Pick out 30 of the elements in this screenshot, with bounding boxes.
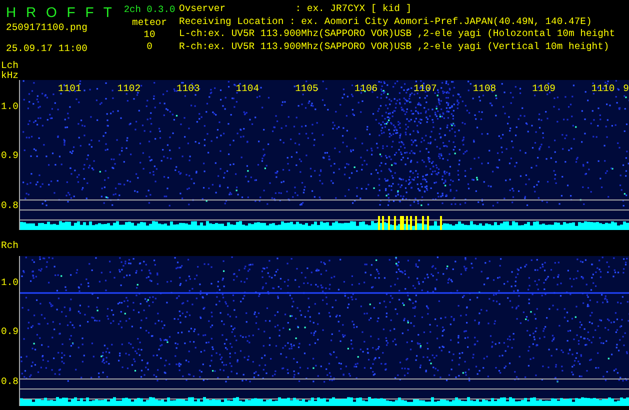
channel-label: Rch — [0, 240, 20, 251]
axis-label: 0.9 — [1, 149, 18, 162]
unit-label: kHz — [0, 71, 20, 81]
info-line: Ovserver : ex. JR7CYX [ kid ] — [179, 3, 413, 16]
frequency-label: 1105 — [295, 82, 318, 95]
app-title: H R O F F T — [6, 3, 113, 21]
axis-label: 0.8 — [1, 198, 18, 212]
frequency-label: 1108 — [472, 82, 496, 95]
version-label: 2ch 0.3.0 — [124, 3, 176, 16]
frequency-label: 1103 — [176, 82, 200, 95]
counter-label: meteor — [132, 16, 167, 29]
frequency-label: 1102 — [117, 82, 141, 95]
info-line: L-ch:ex. UV5R 113.900Mhz(SAPPORO VOR)USB ,2-ele yagi (Holozontal 10m height — [179, 28, 616, 40]
axis-label: 0.8 — [1, 374, 18, 388]
meteor-count: 0 — [146, 41, 152, 53]
date-time: 25.09.17 11:00 — [6, 42, 88, 55]
axis-label: 1.0 — [1, 100, 18, 112]
frequency-label: 1109 — [532, 82, 556, 95]
frequency-label: 1110 — [591, 82, 615, 95]
frequency-label: 9 — [623, 82, 629, 95]
axis-label: 0.9 — [1, 325, 18, 338]
frequency-label: 1106 — [354, 82, 378, 95]
meteor-count: 10 — [144, 29, 156, 41]
file-name: 2509171100.png — [6, 21, 88, 34]
axis-label: 1.0 — [1, 276, 18, 288]
info-line: R-ch:ex. UV5R 113.900Mhz(SAPPORO VOR)USB ,2-ele yagi (Vertical 10m height) — [179, 40, 610, 53]
frequency-label: 1104 — [236, 82, 260, 95]
info-line: Receiving Location : ex. Aomori City Aomori-Pref.JAPAN(40.49N, 140.47E) — [179, 16, 593, 28]
channel-label: Lch — [0, 60, 20, 71]
frequency-label: 1101 — [58, 82, 82, 95]
